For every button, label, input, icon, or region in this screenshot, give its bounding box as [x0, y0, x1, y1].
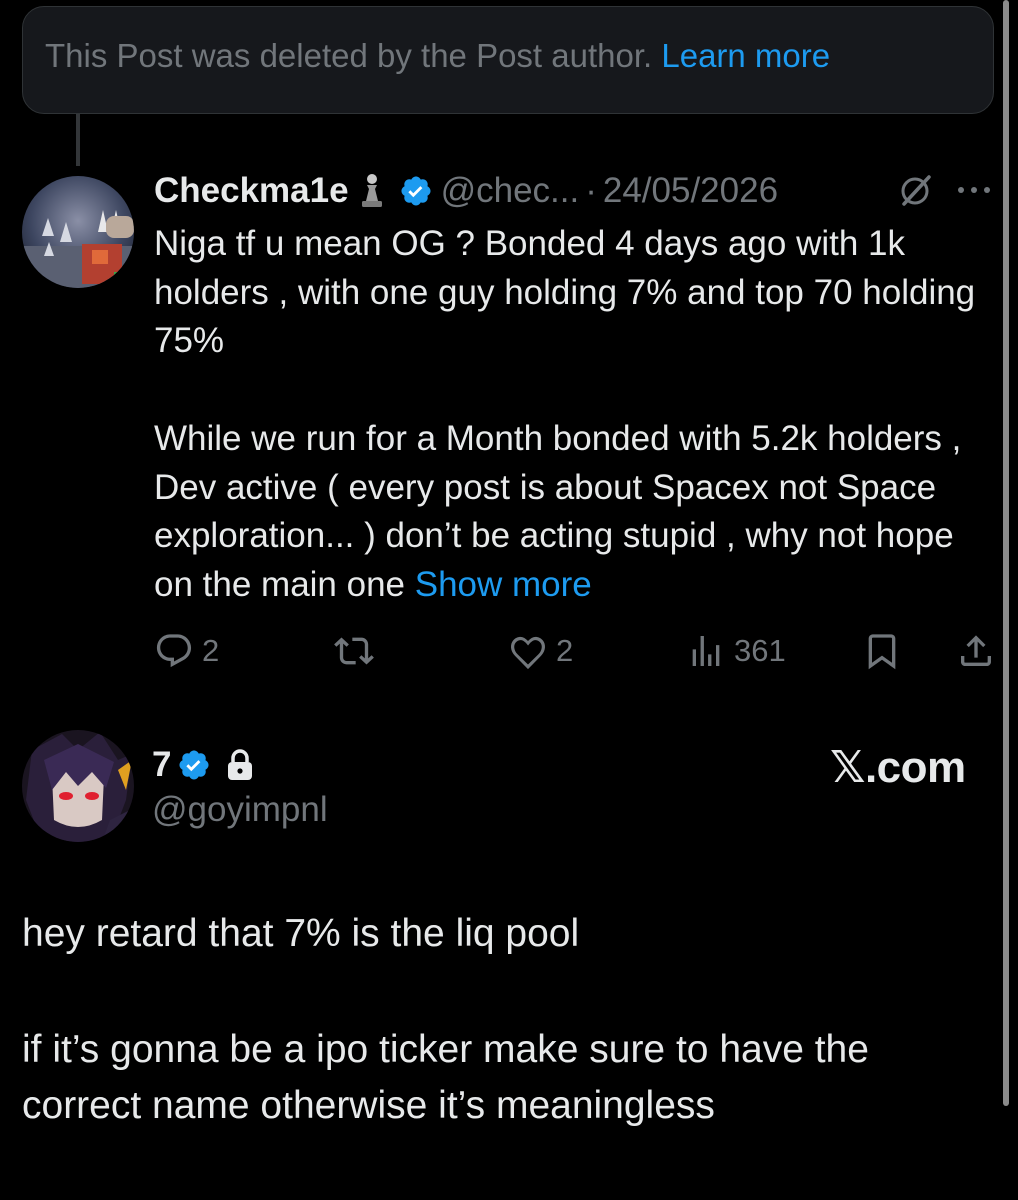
reply-action-bar: 2 2 361 [0, 626, 1018, 676]
analytics-icon [692, 636, 720, 666]
main-paragraph-2: if it’s gonna be a ipo ticker make sure … [22, 1028, 869, 1127]
reply-text: Niga tf u mean OG ? Bonded 4 days ago wi… [154, 220, 994, 610]
scrollbar[interactable] [1003, 0, 1009, 1106]
comment-icon [156, 634, 192, 668]
screenshot-page: This Post was deleted by the Post author… [0, 0, 1018, 1200]
anime-avatar-image [22, 730, 134, 842]
deleted-notice-text: This Post was deleted by the Post author… [45, 37, 830, 75]
reply-header: Checkma1e @chec... · 24/05/2026 [154, 166, 778, 216]
avatar[interactable] [22, 176, 134, 288]
main-display-name[interactable]: 7 [152, 745, 171, 785]
more-icon[interactable] [956, 180, 992, 205]
share-button[interactable] [956, 626, 996, 676]
show-more-link[interactable]: Show more [415, 565, 592, 604]
verified-badge-icon[interactable] [177, 748, 211, 782]
main-handle[interactable]: @goyimpnl [152, 790, 328, 830]
heart-icon [510, 636, 546, 670]
share-icon [961, 635, 991, 666]
learn-more-link[interactable]: Learn more [661, 37, 830, 74]
repost-button[interactable] [334, 626, 382, 676]
deleted-notice-message: This Post was deleted by the Post author… [45, 37, 653, 74]
deleted-post-notice: This Post was deleted by the Post author… [22, 6, 994, 114]
reply-display-name[interactable]: Checkma1e [154, 171, 349, 211]
like-count: 2 [556, 633, 574, 668]
lock-icon [225, 748, 255, 782]
reply-paragraph-2: While we run for a Month bonded with 5.2… [154, 415, 994, 610]
grok-icon[interactable] [896, 172, 934, 215]
reply-handle[interactable]: @chec... [441, 171, 580, 211]
reply-date[interactable]: 24/05/2026 [603, 171, 778, 211]
main-post-text: hey retard that 7% is the liq pool if it… [22, 906, 982, 1134]
chess-pawn-icon [359, 172, 385, 210]
verified-badge-icon[interactable] [399, 174, 433, 208]
avatar[interactable] [22, 730, 134, 842]
reply-paragraph-1: Niga tf u mean OG ? Bonded 4 days ago wi… [154, 224, 976, 361]
repost-icon [334, 637, 374, 665]
chess-avatar-image [22, 176, 134, 288]
views-button[interactable]: 361 [686, 626, 786, 676]
reply-button[interactable]: 2 [154, 626, 219, 676]
bookmark-button[interactable] [862, 626, 902, 676]
x-com-watermark: 𝕏.com [830, 743, 966, 792]
reply-count: 2 [202, 633, 220, 668]
thread-connector-line [76, 114, 80, 166]
bookmark-icon [868, 634, 896, 670]
like-button[interactable]: 2 [508, 626, 573, 676]
header-separator: · [585, 171, 597, 210]
view-count: 361 [734, 633, 786, 668]
main-post-name-row: 7 [152, 742, 255, 788]
main-paragraph-1: hey retard that 7% is the liq pool [22, 912, 580, 955]
